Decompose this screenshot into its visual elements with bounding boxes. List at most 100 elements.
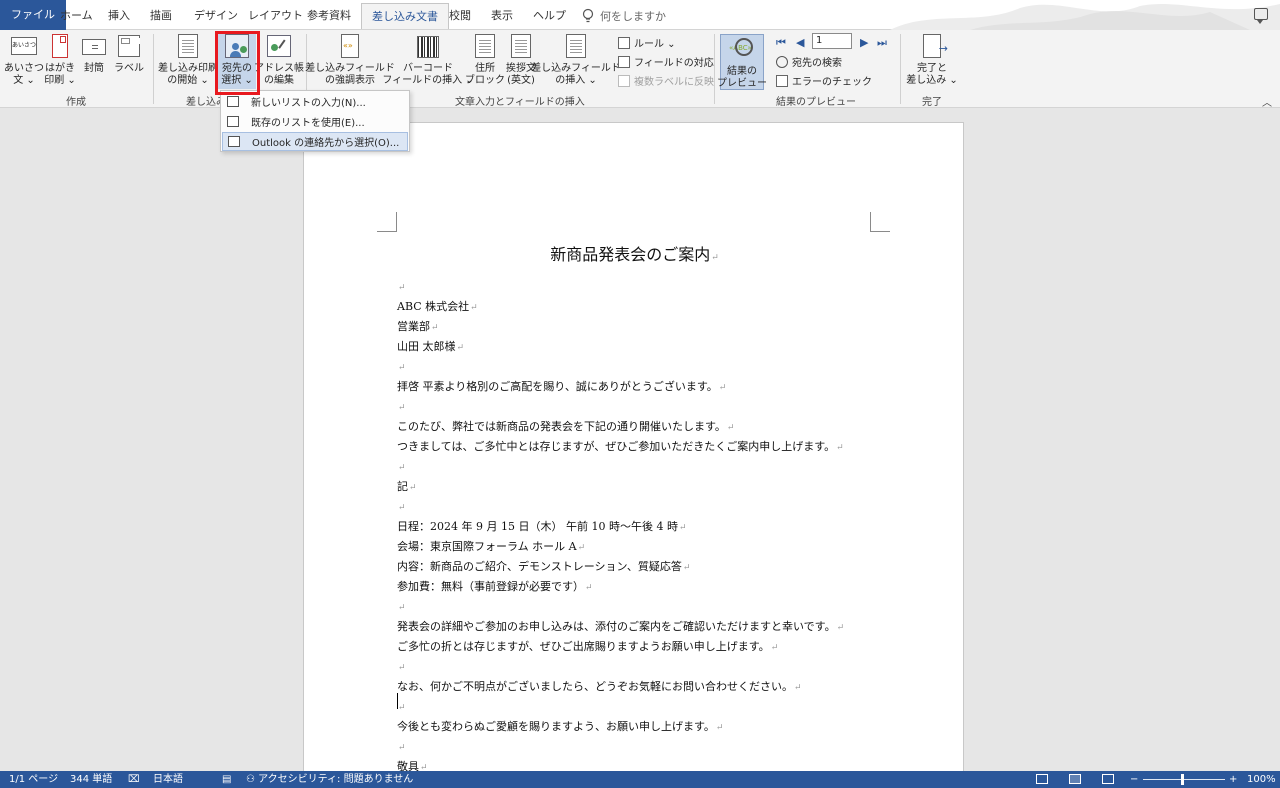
paragraph-mark: ↵ bbox=[398, 603, 406, 613]
lightbulb-icon bbox=[582, 8, 594, 23]
zoom-out-button[interactable]: − bbox=[1130, 771, 1138, 788]
proofing-icon[interactable]: ⌧ bbox=[128, 771, 140, 788]
new-list-icon bbox=[227, 96, 239, 107]
match-fields-icon bbox=[618, 55, 630, 68]
document-paragraph[interactable]: 内容：新商品のご紹介、デモンストレーション、質疑応答↵ bbox=[397, 557, 917, 577]
update-labels-button[interactable]: 複数ラベルに反映 bbox=[618, 73, 714, 88]
tab-insert[interactable]: 挿入 bbox=[98, 3, 140, 29]
check-errors-button[interactable]: エラーのチェック bbox=[776, 73, 872, 88]
greeting-line-icon bbox=[511, 34, 531, 58]
macro-record-icon[interactable]: ▤ bbox=[222, 771, 231, 788]
match-fields-button[interactable]: フィールドの対応 bbox=[618, 54, 714, 69]
labels-icon bbox=[118, 35, 140, 57]
paragraph-mark: ↵ bbox=[770, 643, 779, 653]
finish-merge-button[interactable]: 完了と 差し込み ⌄ bbox=[906, 33, 958, 87]
postcard-print-button[interactable]: はがき 印刷 ⌄ bbox=[44, 33, 76, 87]
envelopes-button[interactable]: 封筒 bbox=[80, 33, 108, 75]
last-record-icon[interactable]: ⏭ bbox=[877, 36, 887, 50]
document-paragraph[interactable]: ↵ bbox=[397, 457, 917, 477]
zoom-in-button[interactable]: + bbox=[1229, 771, 1237, 788]
tab-home[interactable]: ホーム bbox=[50, 3, 103, 29]
page-count[interactable]: 1/1 ページ bbox=[9, 771, 58, 788]
group-label-write-insert-fields: 文章入力とフィールドの挿入 bbox=[455, 97, 585, 108]
tab-references[interactable]: 参考資料 bbox=[297, 3, 361, 29]
document-paragraph[interactable]: なお、何かご不明点がございましたら、どうぞお気軽にお問い合わせください。↵ bbox=[397, 677, 917, 697]
tab-help[interactable]: ヘルプ bbox=[523, 3, 576, 29]
comments-icon[interactable] bbox=[1254, 8, 1268, 24]
document-paragraph[interactable]: 記↵ bbox=[397, 477, 917, 497]
insert-merge-field-button[interactable]: 差し込みフィールド の挿入 ⌄ bbox=[531, 33, 621, 87]
tell-me-search[interactable]: 何をしますか bbox=[582, 6, 666, 26]
document-paragraph[interactable]: このたび、弊社では新商品の発表会を下記の通り開催いたします。↵ bbox=[397, 417, 917, 437]
highlight-merge-fields-button[interactable]: 差し込みフィールド の強調表示 bbox=[305, 33, 395, 87]
document-paragraph[interactable]: ご多忙の折とは存じますが、ぜひご出席賜りますようお願い申し上げます。↵ bbox=[397, 637, 917, 657]
document-paragraph[interactable]: ↵ bbox=[397, 697, 917, 717]
greeting-line-button[interactable]: 挨拶文 (英文) bbox=[504, 33, 538, 87]
document-paragraph[interactable]: 会場：東京国際フォーラム ホール A↵ bbox=[397, 537, 917, 557]
document-paragraph[interactable]: ↵ bbox=[397, 737, 917, 757]
read-mode-icon[interactable] bbox=[1036, 774, 1048, 784]
tab-mailings[interactable]: 差し込み文書 bbox=[361, 3, 449, 29]
document-canvas[interactable]: 新商品発表会のご案内↵ ↵ ABC 株式会社↵ 営業部↵ 山田 太郎様↵ ↵ 拝啓 平素よ… bbox=[0, 108, 1280, 782]
record-number-input[interactable]: 1 bbox=[812, 33, 852, 49]
labels-button[interactable]: ラベル bbox=[114, 33, 144, 75]
address-block-button[interactable]: 住所 ブロック bbox=[465, 33, 505, 87]
document-paragraph[interactable]: 山田 太郎様↵ bbox=[397, 337, 917, 357]
paragraph-mark: ↵ bbox=[836, 443, 844, 453]
document-paragraph[interactable]: 参加費：無料（事前登録が必要です）↵ bbox=[397, 577, 917, 597]
document-paragraph[interactable]: 今後とも変わらぬご愛顧を賜りますよう、お願い申し上げます。↵ bbox=[397, 717, 917, 737]
tab-view[interactable]: 表示 bbox=[481, 3, 523, 29]
document-paragraph[interactable]: ↵ bbox=[397, 357, 917, 377]
next-record-icon[interactable]: ▶ bbox=[860, 36, 868, 49]
zoom-slider[interactable] bbox=[1143, 779, 1225, 780]
document-page[interactable]: 新商品発表会のご案内↵ ↵ ABC 株式会社↵ 営業部↵ 山田 太郎様↵ ↵ 拝啓 平素よ… bbox=[303, 122, 964, 782]
barcode-icon bbox=[417, 36, 439, 58]
document-paragraph[interactable]: 営業部↵ bbox=[397, 317, 917, 337]
document-paragraph[interactable]: ↵ bbox=[397, 597, 917, 617]
zoom-slider-thumb[interactable] bbox=[1181, 774, 1184, 785]
first-record-icon[interactable]: ⏮ bbox=[776, 36, 786, 50]
tab-review[interactable]: 校閲 bbox=[439, 3, 481, 29]
address-block-icon bbox=[475, 34, 495, 58]
document-paragraph[interactable]: ↵ bbox=[397, 657, 917, 677]
greetings-button[interactable]: あいさつ あいさつ 文 ⌄ bbox=[4, 33, 44, 87]
edit-recipient-list-button[interactable]: アドレス帳 の編集 bbox=[254, 33, 304, 87]
paragraph-mark: ↵ bbox=[585, 583, 593, 593]
insert-barcode-field-button[interactable]: バーコード フィールドの挿入 ⌄ bbox=[382, 33, 474, 87]
preview-results-button[interactable]: 結果の プレビュー bbox=[717, 36, 767, 90]
document-paragraph[interactable]: ABC 株式会社↵ bbox=[397, 297, 917, 317]
document-paragraph[interactable]: 拝啓 平素より格別のご高配を賜り、誠にありがとうございます。↵ bbox=[397, 377, 917, 397]
document-heading[interactable]: 新商品発表会のご案内↵ bbox=[304, 241, 965, 265]
collapse-ribbon-icon[interactable]: ︿ bbox=[1262, 94, 1272, 109]
start-mail-merge-button[interactable]: 差し込み印刷 の開始 ⌄ bbox=[158, 33, 218, 87]
menu-item-outlook-contacts[interactable]: Outlook の連絡先から選択(O)... bbox=[222, 132, 408, 151]
postcard-icon bbox=[52, 34, 68, 58]
tab-draw[interactable]: 描画 bbox=[140, 3, 182, 29]
document-paragraph[interactable]: ↵ bbox=[397, 277, 917, 297]
existing-list-icon bbox=[227, 116, 239, 127]
document-paragraph[interactable]: ↵ bbox=[397, 497, 917, 517]
language-indicator[interactable]: 日本語 bbox=[153, 771, 183, 788]
find-recipient-button[interactable]: 宛先の検索 bbox=[776, 54, 842, 69]
document-paragraph[interactable]: 発表会の詳細やご参加のお申し込みは、添付のご案内をご確認いただけますと幸いです。… bbox=[397, 617, 917, 637]
margin-corner-top-right bbox=[870, 212, 890, 232]
rules-button[interactable]: ルール ⌄ bbox=[618, 35, 676, 50]
web-layout-icon[interactable] bbox=[1102, 774, 1114, 784]
document-paragraph[interactable]: ↵ bbox=[397, 397, 917, 417]
zoom-level[interactable]: 100% bbox=[1247, 771, 1276, 788]
paragraph-mark: ↵ bbox=[409, 483, 417, 493]
group-separator bbox=[900, 34, 901, 104]
previous-record-icon[interactable]: ◀ bbox=[796, 36, 804, 49]
word-count[interactable]: 344 単語 bbox=[70, 771, 112, 788]
document-paragraph[interactable]: つきましては、ご多忙中とは存じますが、ぜひご参加いただきたくご案内申し上げます。… bbox=[397, 437, 917, 457]
update-labels-icon bbox=[618, 74, 630, 87]
group-separator bbox=[153, 34, 154, 104]
document-paragraph[interactable]: 日程：2024 年 9 月 15 日（木） 午前 10 時〜午後 4 時↵ bbox=[397, 517, 917, 537]
group-label-preview-results: 結果のプレビュー bbox=[776, 97, 856, 108]
menu-item-use-existing-list[interactable]: 既存のリストを使用(E)... bbox=[222, 112, 408, 131]
paragraph-mark: ↵ bbox=[470, 303, 478, 313]
document-body[interactable]: ↵ ABC 株式会社↵ 営業部↵ 山田 太郎様↵ ↵ 拝啓 平素より格別のご高配を賜り、誠… bbox=[397, 277, 917, 777]
print-layout-icon[interactable] bbox=[1069, 774, 1081, 784]
accessibility-status[interactable]: ⚇ アクセシビリティ: 問題ありません bbox=[246, 771, 413, 788]
group-label-finish: 完了 bbox=[922, 97, 942, 108]
